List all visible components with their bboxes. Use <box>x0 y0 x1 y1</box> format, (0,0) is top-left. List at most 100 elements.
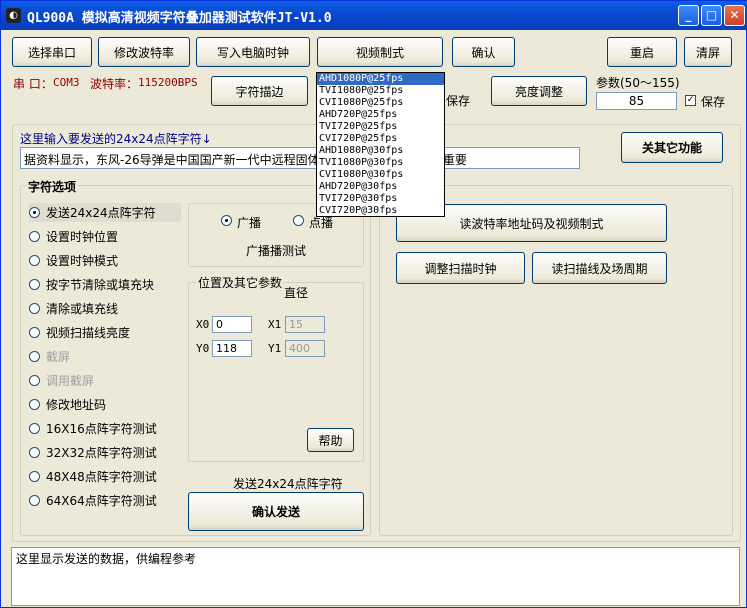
option-label: 设置时钟模式 <box>46 254 119 268</box>
option-item[interactable]: 视频扫描线亮度 <box>29 323 181 342</box>
option-label: 视频扫描线亮度 <box>46 326 131 340</box>
param-label: 参数(50～155) <box>596 76 680 90</box>
broadcast-radio[interactable] <box>221 215 232 226</box>
option-radio[interactable] <box>29 255 40 266</box>
y1-label: Y1 <box>268 342 282 355</box>
dropdown-option[interactable]: AHD720P@25fps <box>317 109 444 121</box>
option-item[interactable]: 发送24x24点阵字符 <box>29 203 181 222</box>
option-label: 截屏 <box>46 350 71 364</box>
option-radio[interactable] <box>29 327 40 338</box>
options-title: 字符选项 <box>26 178 79 195</box>
change-baud-button[interactable]: 修改波特率 <box>98 37 190 67</box>
option-label: 发送24x24点阵字符 <box>46 206 156 220</box>
option-radio[interactable] <box>29 495 40 506</box>
option-label: 调用截屏 <box>46 374 95 388</box>
option-radio[interactable] <box>29 471 40 482</box>
dropdown-option[interactable]: AHD1080P@30fps <box>317 145 444 157</box>
restart-button[interactable]: 重启 <box>607 37 677 67</box>
x1-label: X1 <box>268 318 282 331</box>
brightness-button[interactable]: 亮度调整 <box>491 76 587 106</box>
x0-input[interactable]: 0 <box>212 316 252 333</box>
option-radio[interactable] <box>29 375 40 386</box>
option-item[interactable]: 64X64点阵字符测试 <box>29 491 181 510</box>
y1-input[interactable]: 400 <box>285 340 325 357</box>
dropdown-option[interactable]: CVI720P@25fps <box>317 133 444 145</box>
confirm-send-button[interactable]: 确认发送 <box>188 492 364 531</box>
select-port-button[interactable]: 选择串口 <box>12 37 92 67</box>
option-item[interactable]: 调用截屏 <box>29 371 181 390</box>
param-input[interactable]: 85 <box>596 92 677 110</box>
broadcast-label: 广播 <box>237 216 262 230</box>
maximize-button[interactable]: □ <box>701 5 722 26</box>
dropdown-option[interactable]: TVI720P@30fps <box>317 193 444 205</box>
option-item[interactable]: 设置时钟模式 <box>29 251 181 270</box>
option-item[interactable]: 48X48点阵字符测试 <box>29 467 181 486</box>
char-outline-button[interactable]: 字符描边 <box>211 76 308 106</box>
option-label: 修改地址码 <box>46 398 107 412</box>
broadcast-test-label: 广播播测试 <box>246 244 307 258</box>
x1-input[interactable]: 15 <box>285 316 325 333</box>
option-radio[interactable] <box>29 423 40 434</box>
option-label: 清除或填充线 <box>46 302 119 316</box>
option-radio[interactable] <box>29 351 40 362</box>
output-text: 这里显示发送的数据，供编程参考 <box>16 552 197 566</box>
option-radio[interactable] <box>29 399 40 410</box>
minimize-button[interactable]: _ <box>678 5 699 26</box>
diameter-label: 直径 <box>284 286 309 300</box>
dropdown-option[interactable]: CVI1080P@30fps <box>317 169 444 181</box>
help-button[interactable]: 帮助 <box>307 428 354 452</box>
option-radio[interactable] <box>29 447 40 458</box>
close-other-button[interactable]: 关其它功能 <box>621 132 723 163</box>
option-item[interactable]: 截屏 <box>29 347 181 366</box>
option-label: 32X32点阵字符测试 <box>46 446 157 460</box>
y0-label: Y0 <box>196 342 210 355</box>
save-checkbox[interactable]: ✓ <box>685 95 696 106</box>
dropdown-option[interactable]: TVI720P@25fps <box>317 121 444 133</box>
option-radio[interactable] <box>29 231 40 242</box>
option-item[interactable]: 32X32点阵字符测试 <box>29 443 181 462</box>
title-bar: ◐ QL900A 模拟高清视频字符叠加器测试软件JT-V1.0 _ □ ✕ <box>1 1 747 30</box>
read-scan-button[interactable]: 读扫描线及场周期 <box>532 252 667 284</box>
option-label: 设置时钟位置 <box>46 230 119 244</box>
dropdown-option[interactable]: CVI1080P@25fps <box>317 97 444 109</box>
send-text-input[interactable]: 据资料显示，东风-26导弹是中国国产新一代中远程固体... 常兼备，具备对陆上重… <box>20 147 580 169</box>
window-title: QL900A 模拟高清视频字符叠加器测试软件JT-V1.0 <box>27 11 332 26</box>
dropdown-option[interactable]: AHD1080P@25fps <box>317 73 444 85</box>
option-label: 按字节清除或填充块 <box>46 278 155 292</box>
adjust-clock-button[interactable]: 调整扫描时钟 <box>396 252 525 284</box>
baud-value: 115200BPS <box>138 76 198 89</box>
option-label: 48X48点阵字符测试 <box>46 470 157 484</box>
write-clock-button[interactable]: 写入电脑时钟 <box>196 37 310 67</box>
video-format-button[interactable]: 视频制式 <box>317 37 443 67</box>
option-item[interactable]: 清除或填充线 <box>29 299 181 318</box>
dropdown-option[interactable]: AHD720P@30fps <box>317 181 444 193</box>
option-radio[interactable] <box>29 303 40 314</box>
save-label-left: 保存 <box>446 94 471 108</box>
main-window: ◐ QL900A 模拟高清视频字符叠加器测试软件JT-V1.0 _ □ ✕ 选择… <box>0 0 747 608</box>
option-item[interactable]: 16X16点阵字符测试 <box>29 419 181 438</box>
clear-button[interactable]: 清屏 <box>684 37 732 67</box>
option-item[interactable]: 设置时钟位置 <box>29 227 181 246</box>
position-title: 位置及其它参数 <box>196 274 285 291</box>
video-format-dropdown[interactable]: AHD1080P@25fps TVI1080P@25fps CVI1080P@25f… <box>316 72 445 217</box>
x0-label: X0 <box>196 318 210 331</box>
output-textarea[interactable]: 这里显示发送的数据，供编程参考 <box>11 547 740 606</box>
close-button[interactable]: ✕ <box>724 5 745 26</box>
option-radio[interactable] <box>29 207 40 218</box>
baud-label: 波特率： <box>90 77 139 91</box>
app-icon: ◐ <box>6 8 21 23</box>
port-value: COM3 <box>53 76 80 89</box>
port-label: 串 口： <box>13 77 53 91</box>
option-item[interactable]: 修改地址码 <box>29 395 181 414</box>
dropdown-option[interactable]: TVI1080P@25fps <box>317 85 444 97</box>
option-label: 64X64点阵字符测试 <box>46 494 157 508</box>
option-radio[interactable] <box>29 279 40 290</box>
option-item[interactable]: 按字节清除或填充块 <box>29 275 181 294</box>
point-radio[interactable] <box>293 215 304 226</box>
dropdown-option[interactable]: TVI1080P@30fps <box>317 157 444 169</box>
y0-input[interactable]: 118 <box>212 340 252 357</box>
save-label-right: 保存 <box>701 95 726 109</box>
confirm-button[interactable]: 确认 <box>452 37 515 67</box>
option-label: 16X16点阵字符测试 <box>46 422 157 436</box>
dropdown-option[interactable]: CVI720P@30fps <box>317 205 444 217</box>
